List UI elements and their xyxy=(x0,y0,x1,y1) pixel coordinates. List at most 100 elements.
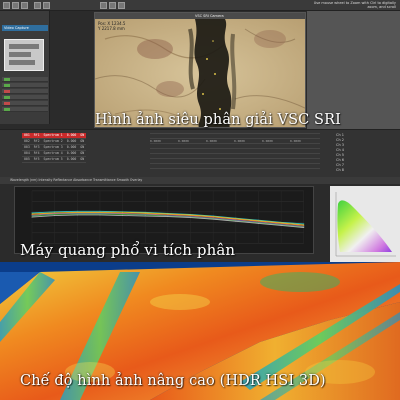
preview-row xyxy=(9,52,31,57)
status-chip xyxy=(4,108,10,111)
grid-line xyxy=(150,133,320,134)
spectrum-data-point xyxy=(122,215,124,217)
software-screenshot-panel: Use mouse wheel to Zoom with Ctrl to dig… xyxy=(0,0,400,262)
spectrum-data-point xyxy=(212,216,214,218)
file-icon[interactable] xyxy=(3,2,10,9)
caption-microspectrometer: Máy quang phổ vi tích phân xyxy=(20,241,236,259)
spectrum-data-point xyxy=(76,210,78,212)
sidebar-item[interactable] xyxy=(2,95,48,100)
grid-line xyxy=(150,153,320,154)
preview-row xyxy=(9,44,39,49)
table-cell: Spectrum 2 xyxy=(41,138,65,145)
zoom-icon[interactable] xyxy=(43,2,50,9)
spectrum-data-point xyxy=(190,217,192,219)
spectrum-data-point xyxy=(99,214,101,216)
table-cell: 0.000 xyxy=(64,150,79,157)
sidebar-item[interactable] xyxy=(2,83,48,88)
sidebar-item[interactable] xyxy=(2,77,48,82)
table-cell: ON xyxy=(78,156,87,163)
microscope-image-window[interactable]: VSC SRI Camera Pos: X 1234.5 Y 2217.8 mm xyxy=(94,12,306,128)
spectrum-data-point xyxy=(144,215,146,217)
spectrum-data-point xyxy=(144,212,146,214)
grid-value: 0.0000 xyxy=(206,139,217,143)
grid-line xyxy=(150,163,320,164)
table-cell: 0.000 xyxy=(64,138,79,145)
spectrum-data-point xyxy=(257,222,259,224)
spectrum-data-point xyxy=(31,215,33,217)
spectrum-data-point xyxy=(54,213,56,215)
status-chip xyxy=(4,96,10,99)
spectrum-data-point xyxy=(31,213,33,215)
grid-value: 0.0000 xyxy=(234,139,245,143)
table-cell: Spectrum 4 xyxy=(41,150,65,157)
measurement-table-panel: 001 Rf1 Spectrum 1 0.000 ON 002 Rf2 Spectrum 20… xyxy=(0,129,400,177)
spectrum-data-point xyxy=(190,215,192,217)
sidebar-header[interactable]: Video Capture xyxy=(2,25,48,31)
spectrum-data-point xyxy=(257,220,259,222)
spectrum-data-point xyxy=(54,215,56,217)
sidebar-item[interactable] xyxy=(2,101,48,106)
channel-item[interactable]: Ch 8 xyxy=(336,168,396,173)
spectrum-data-point xyxy=(235,218,237,220)
open-icon[interactable] xyxy=(12,2,19,9)
status-chip xyxy=(4,78,10,81)
grid-value: 0.0000 xyxy=(290,139,301,143)
grid-value: 0.0000 xyxy=(262,139,273,143)
table-cell: Spectrum 3 xyxy=(41,144,65,151)
grid-line xyxy=(150,143,320,144)
light-icon[interactable] xyxy=(109,2,116,9)
spectrum-data-point xyxy=(54,211,56,213)
settings-icon[interactable] xyxy=(100,2,107,9)
spectrum-data-point xyxy=(122,211,124,213)
save-icon[interactable] xyxy=(21,2,28,9)
spectrum-data-point xyxy=(280,224,282,226)
measurement-table: 001 Rf1 Spectrum 1 0.000 ON 002 Rf2 Spectrum 20… xyxy=(22,133,87,163)
status-chip xyxy=(4,90,10,93)
grid-line xyxy=(150,148,320,149)
table-cell: 005 xyxy=(22,156,32,163)
spectrum-data-point xyxy=(235,220,237,222)
grid-value: 0.0000 xyxy=(178,139,189,143)
preview-thumbnail[interactable] xyxy=(4,39,44,71)
filter-icon[interactable] xyxy=(118,2,125,9)
spectrum-data-point xyxy=(167,216,169,218)
spectrum-data-point xyxy=(76,213,78,215)
spectrum-data-point xyxy=(167,213,169,215)
table-cell: 0.000 xyxy=(64,144,79,151)
spectrum-data-point xyxy=(303,223,305,225)
status-chip xyxy=(4,102,10,105)
spectrum-data-point xyxy=(31,216,33,218)
spectrum-data-point xyxy=(280,222,282,224)
status-chip xyxy=(4,84,10,87)
status-hint: Use mouse wheel to Zoom with Ctrl to dig… xyxy=(313,1,396,9)
spectrum-data-point xyxy=(303,224,305,226)
coordinate-readout: Pos: X 1234.5 Y 2217.8 mm xyxy=(98,21,126,31)
image-window-title: VSC SRI Camera xyxy=(195,14,224,18)
caption-advanced-imaging: Chế độ hình ảnh nâng cao (HDR HSI 3D) xyxy=(20,373,326,389)
spectrum-data-point xyxy=(99,210,101,212)
channel-list: Ch 1 Ch 2 Ch 3 Ch 4 Ch 5 Ch 6 Ch 7 Ch 8 xyxy=(336,133,396,173)
table-cell: Spectrum 1 xyxy=(41,133,65,139)
table-cell: 0.000 xyxy=(64,156,79,163)
chart-toolbar[interactable]: Wavelength (nm) Intensity Reflectance Ab… xyxy=(0,177,400,184)
table-cell: 0.000 xyxy=(64,133,79,139)
top-toolbar: Use mouse wheel to Zoom with Ctrl to dig… xyxy=(0,0,400,11)
spectrum-data-point xyxy=(122,213,124,215)
left-sidebar: Video Capture xyxy=(0,11,50,124)
table-row[interactable]: 005 Rf5 Spectrum 5 0.000 ON xyxy=(22,156,87,163)
grid-line xyxy=(150,168,320,169)
spectrum-data-point xyxy=(144,214,146,216)
sidebar-item[interactable] xyxy=(2,107,48,112)
spectrum-data-point xyxy=(31,212,33,214)
spectrum-data-point xyxy=(303,227,305,229)
camera-icon[interactable] xyxy=(34,2,41,9)
preview-row xyxy=(9,60,35,65)
grid-value: 0.0000 xyxy=(150,139,161,143)
sidebar-item[interactable] xyxy=(2,89,48,94)
data-grid: 0.0000 0.0000 0.0000 0.0000 0.0000 0.0000 xyxy=(150,133,320,173)
spectrum-data-point xyxy=(212,218,214,220)
color-gamut-diagram xyxy=(330,186,400,262)
table-cell: Rf5 xyxy=(31,156,42,163)
spectrum-data-point xyxy=(99,213,101,215)
image-window-titlebar[interactable]: VSC SRI Camera xyxy=(95,13,305,19)
